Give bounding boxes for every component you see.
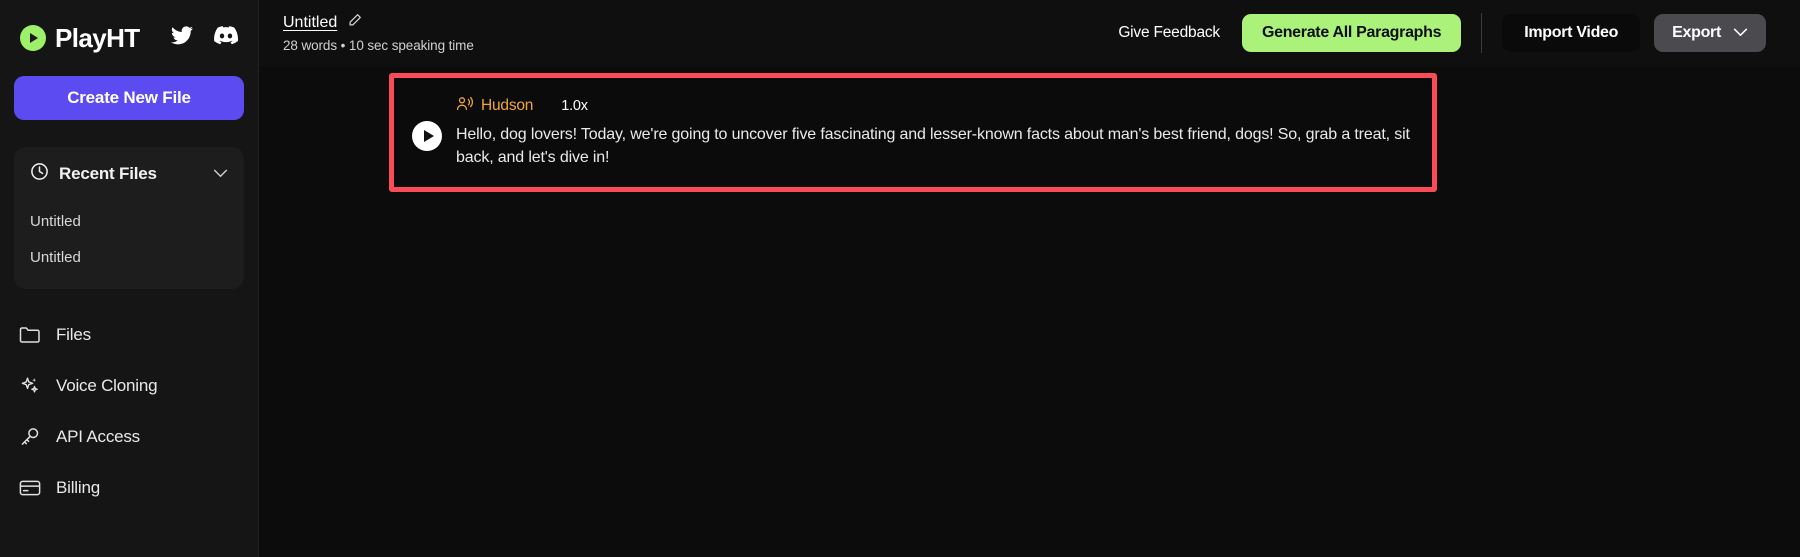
- sidebar-item-billing[interactable]: Billing: [14, 462, 244, 513]
- clock-icon: [30, 162, 49, 186]
- paragraph-play-column: [412, 94, 456, 169]
- sidebar-nav: Files Voice Cloning API Access Billing: [14, 309, 244, 513]
- brand-header: PlayHT: [0, 0, 258, 76]
- chevron-down-icon: [1733, 24, 1748, 42]
- document-title-row: Untitled: [283, 13, 474, 33]
- brand-name: PlayHT: [55, 22, 140, 53]
- chevron-down-icon[interactable]: [213, 165, 228, 183]
- export-button-label: Export: [1672, 24, 1721, 41]
- voice-name: Hudson: [481, 97, 534, 114]
- sidebar-item-label: API Access: [56, 426, 140, 446]
- editor-area: Hudson 1.0x Hello, dog lovers! Today, we…: [259, 66, 1800, 557]
- generate-all-paragraphs-button[interactable]: Generate All Paragraphs: [1241, 14, 1462, 52]
- document-title[interactable]: Untitled: [283, 14, 337, 32]
- recent-file-item[interactable]: Untitled: [14, 239, 244, 275]
- recent-files-header[interactable]: Recent Files: [14, 161, 244, 187]
- voice-selector[interactable]: Hudson: [456, 96, 533, 117]
- sidebar-item-label: Billing: [56, 477, 100, 497]
- playback-speed[interactable]: 1.0x: [561, 98, 588, 114]
- toolbar-divider: [1481, 13, 1483, 53]
- sparkles-icon: [18, 375, 42, 397]
- paragraph-content: Hudson 1.0x Hello, dog lovers! Today, we…: [456, 94, 1414, 169]
- folder-icon: [18, 325, 42, 344]
- document-info: Untitled 28 words • 10 sec speaking time: [283, 13, 474, 53]
- topbar: Untitled 28 words • 10 sec speaking time…: [259, 0, 1800, 66]
- document-meta: 28 words • 10 sec speaking time: [283, 38, 474, 53]
- sidebar-item-api-access[interactable]: API Access: [14, 411, 244, 462]
- app-root: PlayHT Create New File Recent Files Unti…: [0, 0, 1800, 557]
- main-content: Untitled 28 words • 10 sec speaking time…: [259, 0, 1800, 557]
- paragraph-text[interactable]: Hello, dog lovers! Today, we're going to…: [456, 124, 1414, 169]
- speaker-person-icon: [456, 96, 474, 117]
- recent-files-title: Recent Files: [59, 164, 157, 183]
- credit-card-icon: [18, 479, 42, 497]
- brand-logo[interactable]: PlayHT: [20, 23, 140, 54]
- topbar-actions: Give Feedback Generate All Paragraphs Im…: [1102, 13, 1766, 53]
- sidebar-item-label: Files: [56, 324, 91, 344]
- recent-files-panel: Recent Files Untitled Untitled: [14, 147, 244, 289]
- pencil-edit-icon[interactable]: [347, 13, 362, 33]
- paragraph-voice-row: Hudson 1.0x: [456, 94, 1414, 118]
- give-feedback-link[interactable]: Give Feedback: [1102, 24, 1236, 42]
- key-icon: [18, 426, 42, 448]
- discord-icon[interactable]: [213, 26, 238, 50]
- paragraph-highlight-box: Hudson 1.0x Hello, dog lovers! Today, we…: [389, 73, 1437, 193]
- sidebar-item-label: Voice Cloning: [56, 375, 158, 395]
- brand-socials: [170, 25, 238, 51]
- play-circle-icon: [20, 25, 46, 51]
- sidebar-item-voice-cloning[interactable]: Voice Cloning: [14, 360, 244, 411]
- sidebar-body: Create New File Recent Files Untitled Un…: [0, 76, 258, 513]
- import-video-button[interactable]: Import Video: [1502, 14, 1641, 52]
- create-new-file-button[interactable]: Create New File: [14, 76, 244, 120]
- play-button-icon[interactable]: [412, 121, 442, 151]
- export-button[interactable]: Export: [1654, 14, 1766, 52]
- paragraph-block[interactable]: Hudson 1.0x Hello, dog lovers! Today, we…: [394, 78, 1432, 188]
- recent-file-item[interactable]: Untitled: [14, 203, 244, 239]
- sidebar: PlayHT Create New File Recent Files Unti…: [0, 0, 259, 557]
- sidebar-item-files[interactable]: Files: [14, 309, 244, 360]
- twitter-icon[interactable]: [170, 25, 194, 51]
